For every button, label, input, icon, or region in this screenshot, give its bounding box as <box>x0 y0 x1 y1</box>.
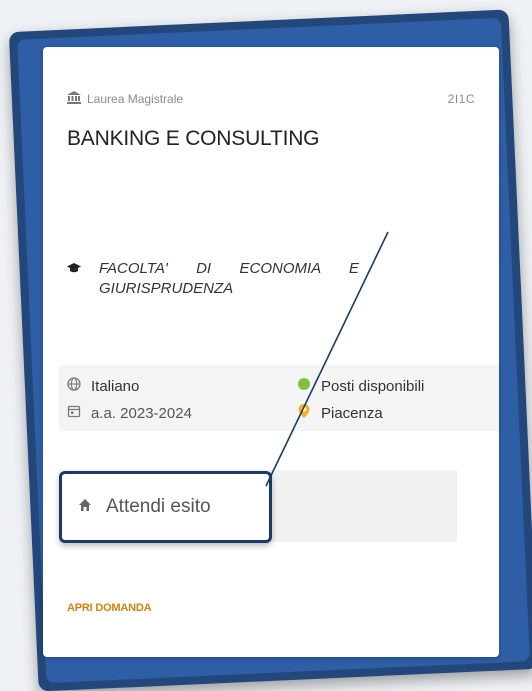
card-header: Laurea Magistrale 2I1C <box>67 91 475 107</box>
green-dot-icon <box>297 377 311 395</box>
institution-icon <box>67 91 81 107</box>
home-icon <box>78 498 92 517</box>
language-info: Italiano <box>67 377 297 395</box>
degree-type: Laurea Magistrale <box>67 91 183 107</box>
status-label: Attendi esito <box>106 496 211 517</box>
year-label: a.a. 2023-2024 <box>91 404 192 422</box>
availability-label: Posti disponibili <box>321 377 425 395</box>
course-title: BANKING E CONSULTING <box>67 127 320 150</box>
faculty-name: FACOLTA' DI ECONOMIA E GIURISPRUDENZA <box>99 260 359 297</box>
availability-info: Posti disponibili <box>297 377 489 395</box>
open-application-link[interactable]: APRI DOMANDA <box>67 602 152 614</box>
course-card: Laurea Magistrale 2I1C BANKING E CONSULT… <box>43 47 499 657</box>
year-info: a.a. 2023-2024 <box>67 403 297 423</box>
location-label: Piacenza <box>321 404 383 422</box>
globe-icon <box>67 377 81 395</box>
calendar-icon <box>67 404 81 422</box>
course-code: 2I1C <box>447 92 475 106</box>
location-info: Piacenza <box>297 403 489 423</box>
status-box: Attendi esito <box>59 470 457 543</box>
degree-type-label: Laurea Magistrale <box>87 92 184 106</box>
map-pin-icon <box>297 403 311 423</box>
faculty: FACOLTA' DI ECONOMIA E GIURISPRUDENZA <box>67 259 439 299</box>
info-grid: Italiano Posti disponibili a.a. 2023-202… <box>67 377 489 423</box>
graduation-cap-icon <box>67 261 81 279</box>
status-highlight: Attendi esito <box>59 471 272 543</box>
language-label: Italiano <box>91 377 140 395</box>
